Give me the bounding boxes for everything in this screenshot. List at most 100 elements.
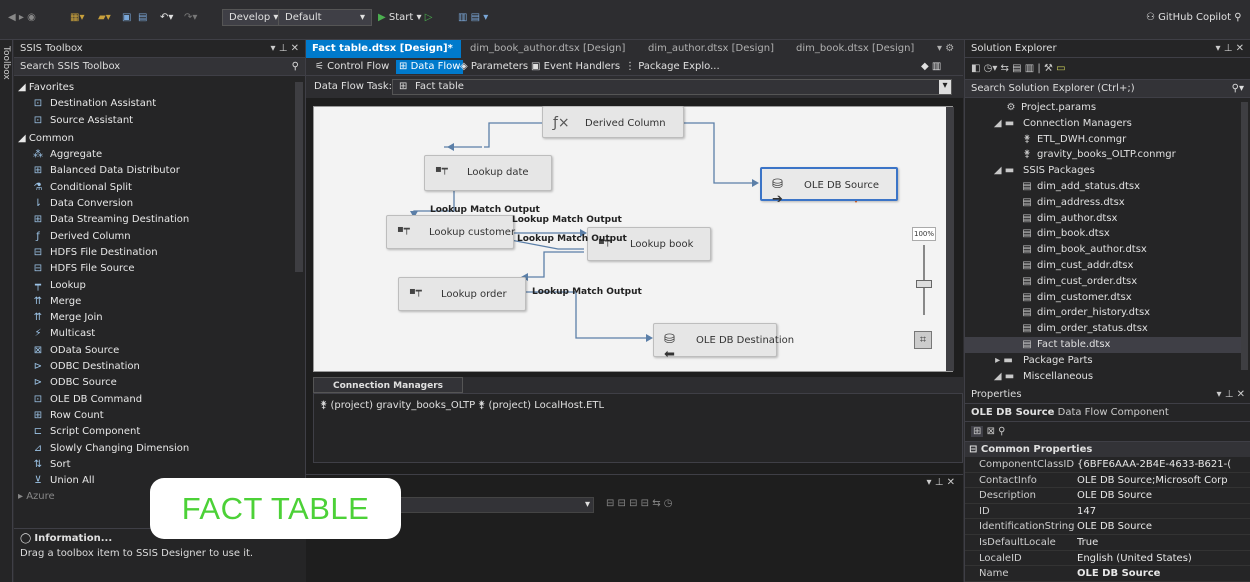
copilot-button[interactable]: ⚇ GitHub Copilot ⚲ bbox=[1146, 12, 1242, 23]
open-file-icon[interactable]: ▰▾ bbox=[98, 12, 111, 23]
list-item[interactable]: ┯ Lookup bbox=[14, 278, 294, 294]
tab-dim-book-author[interactable]: dim_book_author.dtsx [Design] bbox=[464, 40, 631, 58]
list-item[interactable]: ⊞ Balanced Data Distributor bbox=[14, 163, 294, 179]
solution-tree-item[interactable]: ⚵ gravity_books_OLTP.conmgr bbox=[965, 147, 1241, 163]
solution-scrollbar[interactable] bbox=[1241, 102, 1248, 370]
common-header[interactable]: ◢ Common bbox=[14, 131, 294, 147]
list-item[interactable]: ⊳ ODBC Destination bbox=[14, 359, 294, 375]
property-row[interactable]: ComponentClassID {6BFE6AAA-2B4E-4633-B621… bbox=[965, 457, 1250, 473]
solution-tree-item[interactable]: ◢ ▬ SSIS Packages bbox=[965, 163, 1241, 179]
lookup-customer-node[interactable]: ▪┯ Lookup customer bbox=[386, 215, 515, 249]
list-item[interactable]: ⚡ Multicast bbox=[14, 326, 294, 342]
save-all-icon[interactable]: ▤ bbox=[138, 12, 147, 23]
derived-column-node[interactable]: ƒ× Derived Column bbox=[542, 106, 684, 138]
zoom-slider-thumb[interactable] bbox=[916, 280, 932, 288]
property-row[interactable]: ContactInfo OLE DB Source;Microsoft Corp bbox=[965, 473, 1250, 489]
property-row[interactable]: Name OLE DB Source bbox=[965, 566, 1250, 582]
list-item[interactable]: ⊠ OData Source bbox=[14, 343, 294, 359]
solution-tree-item[interactable]: ▤ dim_author.dtsx bbox=[965, 211, 1241, 227]
data-flow-canvas[interactable]: ƒ× Derived Column ⛁➔ OLE DB Source ▪┯ Lo… bbox=[313, 106, 954, 372]
tab-overflow-icon[interactable]: ▾ ⚙ bbox=[931, 40, 960, 58]
path-label[interactable]: Lookup Match Output bbox=[430, 205, 540, 215]
solution-tree-item[interactable]: ▤ dim_address.dtsx bbox=[965, 195, 1241, 211]
favorites-header[interactable]: ◢ Favorites bbox=[14, 80, 294, 96]
output-source-select[interactable]: ▾ bbox=[394, 497, 594, 513]
property-row[interactable]: Description OLE DB Source bbox=[965, 488, 1250, 504]
lookup-order-node[interactable]: ▪┯ Lookup order bbox=[398, 277, 526, 311]
solution-tree-item[interactable]: ▤ dim_customer.dtsx bbox=[965, 290, 1241, 306]
nav-back-forward-icons[interactable]: ◀ ▸ ◉ bbox=[8, 12, 36, 23]
list-item[interactable]: ⊟ HDFS File Destination bbox=[14, 245, 294, 261]
connection-item[interactable]: ⚵ (project) gravity_books_OLTP bbox=[320, 400, 475, 411]
list-item[interactable]: ⁂ Aggregate bbox=[14, 147, 294, 163]
properties-object-select[interactable]: OLE DB Source Data Flow Component bbox=[965, 404, 1250, 422]
solution-tree-item[interactable]: ▤ dim_book_author.dtsx bbox=[965, 242, 1241, 258]
platform-dropdown[interactable]: Default ▾ bbox=[278, 9, 372, 26]
list-item[interactable]: ⚗ Conditional Split bbox=[14, 180, 294, 196]
tab-control-flow[interactable]: ⚟ Control Flow bbox=[312, 60, 392, 74]
ole-db-source-node[interactable]: ⛁➔ OLE DB Source bbox=[760, 167, 898, 207]
fit-to-view-icon[interactable]: ⌗ bbox=[914, 331, 932, 349]
property-row[interactable]: IdentificationString OLE DB Source bbox=[965, 519, 1250, 535]
lookup-date-node[interactable]: ▪┯ Lookup date bbox=[424, 155, 552, 191]
output-toolbar-icons[interactable]: ⊟ ⊟ ⊟ ⊟ ⇆ ◷ bbox=[606, 498, 673, 509]
solution-tree-item[interactable]: ◢ ▬ Miscellaneous bbox=[965, 369, 1241, 385]
tab-fact-table[interactable]: Fact table.dtsx [Design]* ⊹ ✕ bbox=[306, 40, 461, 72]
categorized-icon[interactable]: ⊞ bbox=[971, 426, 984, 437]
solution-tree-item[interactable]: ▤ dim_add_status.dtsx bbox=[965, 179, 1241, 195]
solution-tree-item[interactable]: ⚵ ETL_DWH.conmgr bbox=[965, 132, 1241, 148]
common-properties-section[interactable]: ⊟ Common Properties bbox=[965, 442, 1250, 457]
property-pages-icon[interactable]: ⚲ bbox=[998, 426, 1005, 437]
list-item[interactable]: ⊿ Slowly Changing Dimension bbox=[14, 441, 294, 457]
property-row[interactable]: LocaleID English (United States) bbox=[965, 551, 1250, 567]
solution-tree-item[interactable]: ▤ Fact table.dtsx bbox=[965, 336, 1241, 353]
list-item[interactable]: ⇅ Sort bbox=[14, 457, 294, 473]
list-item[interactable]: ⇈ Merge Join bbox=[14, 310, 294, 326]
new-project-icon[interactable]: ▦▾ bbox=[70, 12, 84, 23]
list-item[interactable]: ⊡ OLE DB Command bbox=[14, 392, 294, 408]
list-item[interactable]: ⊟ HDFS File Source bbox=[14, 261, 294, 277]
panel-controls[interactable]: ▾ ⊥ ✕ bbox=[927, 477, 955, 488]
list-item[interactable]: ⊞ Row Count bbox=[14, 408, 294, 424]
undo-icon[interactable]: ↶▾ bbox=[160, 12, 173, 23]
ole-db-destination-node[interactable]: ⛁⬅ OLE DB Destination bbox=[653, 323, 794, 362]
redo-icon[interactable]: ↷▾ bbox=[184, 12, 197, 23]
panel-controls[interactable]: ▾ ⊥ ✕ bbox=[271, 40, 299, 58]
list-item[interactable]: ⇂ Data Conversion bbox=[14, 196, 294, 212]
solution-tree-item[interactable]: ▤ dim_order_status.dtsx bbox=[965, 321, 1241, 337]
toolbox-scrollbar[interactable] bbox=[295, 82, 303, 272]
lookup-book-node[interactable]: ▪┯ Lookup book bbox=[587, 227, 711, 261]
list-item[interactable]: ⊏ Script Component bbox=[14, 424, 294, 440]
solution-tree-item[interactable]: ▤ dim_cust_order.dtsx bbox=[965, 274, 1241, 290]
tab-dim-book[interactable]: dim_book.dtsx [Design] bbox=[790, 40, 920, 58]
list-item[interactable]: ⊡ Destination Assistant bbox=[14, 96, 294, 112]
list-item[interactable]: ⊡ Source Assistant bbox=[14, 113, 294, 129]
solution-tree-item[interactable]: ⚙ Project.params bbox=[965, 100, 1241, 116]
solution-explorer-toolbar[interactable]: ◧ ◷▾ ⇆ ▤ ▥ | ⚒ ▭ bbox=[965, 58, 1250, 80]
solution-tree-item[interactable]: ▸ ▬ Package Parts bbox=[965, 353, 1241, 369]
list-item[interactable]: ⊞ Data Streaming Destination bbox=[14, 212, 294, 228]
canvas-scrollbar[interactable] bbox=[946, 107, 954, 371]
toolbar-icon-a[interactable]: ▥ ▤ ▾ bbox=[458, 12, 488, 23]
chevron-down-icon[interactable]: ▾ bbox=[939, 80, 951, 94]
connection-item[interactable]: ⚵ (project) LocalHost.ETL bbox=[478, 400, 604, 411]
start-button[interactable]: ▶ Start ▾ ▷ bbox=[378, 12, 432, 23]
toolbox-side-tab[interactable]: Toolbox bbox=[0, 40, 13, 582]
path-label[interactable]: Lookup Match Output bbox=[517, 234, 627, 244]
solution-tree-item[interactable]: ▤ dim_order_history.dtsx bbox=[965, 305, 1241, 321]
solution-tree-item[interactable]: ▤ dim_book.dtsx bbox=[965, 226, 1241, 242]
tab-event-handlers[interactable]: ▣ Event Handlers bbox=[528, 60, 623, 74]
config-dropdown[interactable]: Develop ▾ bbox=[222, 9, 286, 26]
tab-dim-author[interactable]: dim_author.dtsx [Design] bbox=[642, 40, 780, 58]
path-label[interactable]: Lookup Match Output bbox=[532, 287, 642, 297]
tab-parameters[interactable]: ◈ Parameters bbox=[457, 60, 531, 74]
solution-tree-item[interactable]: ◢ ▬ Connection Managers bbox=[965, 116, 1241, 132]
panel-controls[interactable]: ▾ ⊥ ✕ bbox=[1216, 40, 1244, 58]
save-icon[interactable]: ▣ bbox=[122, 12, 131, 23]
data-flow-task-select[interactable]: ⊞ Fact table ▾ bbox=[392, 79, 952, 95]
list-item[interactable]: ⊳ ODBC Source bbox=[14, 375, 294, 391]
list-item[interactable]: ⇈ Merge bbox=[14, 294, 294, 310]
path-label[interactable]: Lookup Match Output bbox=[512, 215, 622, 225]
property-row[interactable]: ID 147 bbox=[965, 504, 1250, 520]
solution-search-input[interactable]: Search Solution Explorer (Ctrl+;) ⚲▾ bbox=[965, 80, 1250, 98]
